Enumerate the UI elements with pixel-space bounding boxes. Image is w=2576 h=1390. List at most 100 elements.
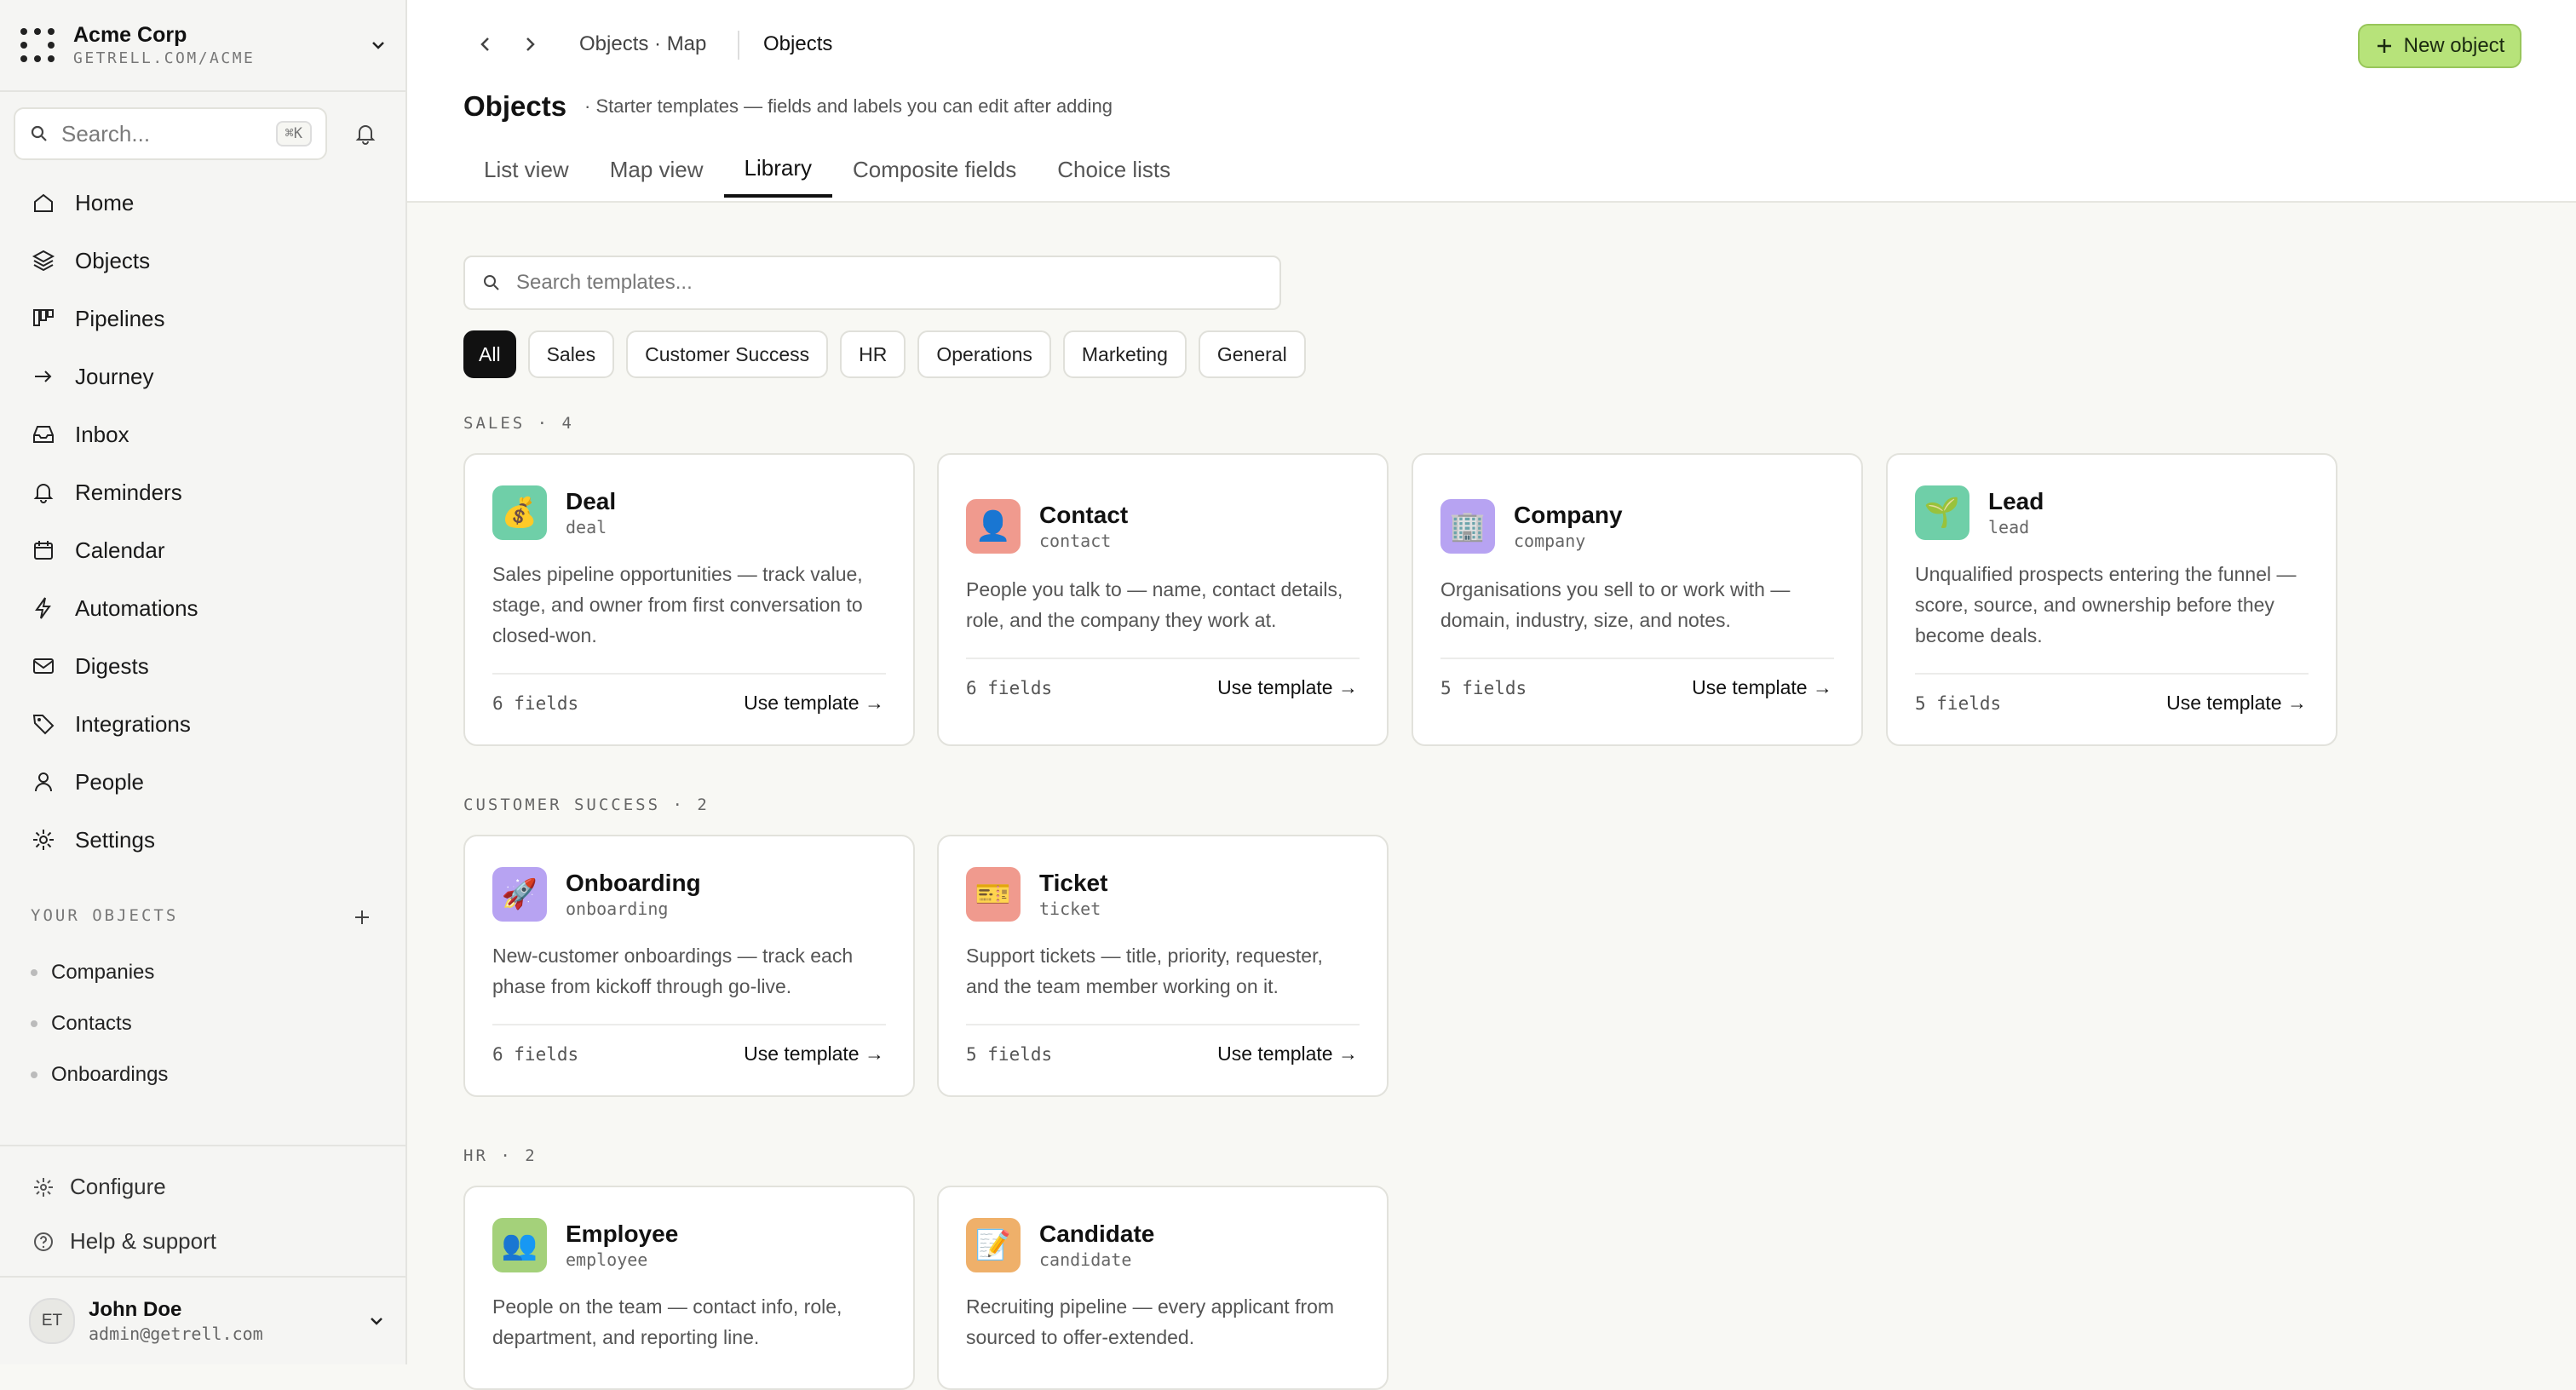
use-template-button[interactable]: Use template → [1692, 676, 1832, 699]
nav-item-journey[interactable]: Journey [17, 348, 388, 405]
card-slug: ticket [1039, 899, 1101, 919]
breadcrumb-parent[interactable]: Objects · Map [579, 32, 706, 56]
view-tabs: List view Map view Library Composite fie… [463, 140, 1191, 201]
nav-item-pipelines[interactable]: Pipelines [17, 290, 388, 348]
card-slug: candidate [1039, 1249, 1132, 1270]
card-description: Unqualified prospects entering the funne… [1915, 563, 2297, 646]
plus-icon [2377, 39, 2391, 53]
use-template-button[interactable]: Use template → [744, 1042, 884, 1065]
help-circle-icon [34, 1232, 53, 1251]
template-card-candidate: 📝 Candidate candidate Recruiting pipeline… [937, 1186, 1389, 1390]
filter-sales[interactable]: Sales [527, 330, 615, 378]
nav-item-automations[interactable]: Automations [17, 579, 388, 637]
nav-item-inbox[interactable]: Inbox [17, 405, 388, 463]
use-template-button[interactable]: Use template → [1217, 676, 1358, 699]
nav-item-reminders[interactable]: Reminders [17, 463, 388, 521]
your-objects-heading: YOUR OBJECTS [31, 906, 179, 925]
nav-item-integrations[interactable]: Integrations [17, 695, 388, 753]
card-field-count: 5 fields [1440, 678, 1527, 698]
configure-link[interactable]: Configure [32, 1174, 166, 1200]
card-divider [966, 658, 1360, 659]
bullet-icon [31, 969, 37, 976]
template-card-lead: 🌱 Lead lead Unqualified prospects enterin… [1886, 453, 2337, 746]
add-object-icon[interactable] [351, 906, 373, 928]
tab-list-view[interactable]: List view [463, 140, 589, 199]
page-title: Objects [463, 90, 567, 122]
help-link[interactable]: Help & support [32, 1228, 216, 1255]
divider [0, 1276, 405, 1278]
filter-general[interactable]: General [1198, 330, 1306, 378]
group-heading-sales: SALES · 4 [463, 414, 574, 433]
card-title: Candidate [1039, 1221, 1155, 1247]
bullet-icon [31, 1071, 37, 1078]
use-template-button[interactable]: Use template → [1217, 1042, 1358, 1065]
search-shortcut: ⌘K [275, 121, 312, 146]
nav-item-people[interactable]: People [17, 753, 388, 811]
inbox-icon [33, 426, 54, 443]
new-object-label: New object [2403, 34, 2505, 57]
group-heading-customer-success: CUSTOMER SUCCESS · 2 [463, 796, 710, 814]
template-search-placeholder: Search templates... [516, 271, 693, 294]
filter-customer-success[interactable]: Customer Success [626, 330, 829, 378]
user-menu[interactable]: ET John Doe admin@getrell.com [29, 1291, 387, 1351]
nav-label: Journey [75, 363, 154, 389]
card-field-count: 6 fields [492, 1044, 579, 1065]
bell-icon [33, 484, 54, 503]
card-description: Sales pipeline opportunities — track val… [492, 563, 863, 646]
configure-label: Configure [70, 1174, 166, 1199]
use-template-button[interactable]: Use template → [2166, 692, 2307, 715]
org-logo-icon [20, 28, 55, 62]
card-title: Company [1514, 502, 1623, 528]
card-divider [1440, 658, 1834, 659]
nav-item-objects[interactable]: Objects [17, 232, 388, 290]
tab-library[interactable]: Library [723, 140, 833, 198]
your-object-item[interactable]: Companies [31, 947, 168, 998]
sidebar-search[interactable]: Search... ⌘K [14, 107, 327, 160]
org-name: Acme Corp [73, 23, 187, 47]
back-arrow-icon[interactable] [474, 32, 497, 56]
gear-icon [33, 830, 54, 850]
card-divider [492, 1024, 886, 1025]
forward-arrow-icon[interactable] [518, 32, 542, 56]
money-bag-icon: 💰 [492, 485, 547, 540]
nav-item-home[interactable]: Home [17, 174, 388, 232]
org-switcher[interactable]: Acme Corp GETRELL.COM/ACME [19, 17, 388, 73]
building-icon: 🏢 [1440, 499, 1495, 554]
new-object-button[interactable]: New object [2358, 24, 2521, 68]
filter-hr[interactable]: HR [840, 330, 906, 378]
card-slug: company [1514, 531, 1586, 551]
sidebar: Acme Corp GETRELL.COM/ACME Search... ⌘K … [0, 0, 407, 1364]
help-label: Help & support [70, 1228, 216, 1254]
sparkle-icon [34, 1177, 53, 1197]
filter-operations[interactable]: Operations [917, 330, 1051, 378]
ticket-icon: 🎫 [966, 867, 1021, 922]
card-slug: lead [1988, 517, 2030, 537]
tab-choice-lists[interactable]: Choice lists [1037, 140, 1191, 199]
your-object-label: Onboardings [51, 1063, 169, 1086]
your-object-item[interactable]: Onboardings [31, 1049, 168, 1100]
tab-composite-fields[interactable]: Composite fields [832, 140, 1037, 199]
people-icon: 👥 [492, 1218, 547, 1272]
card-field-count: 5 fields [1915, 693, 2002, 714]
nav-label: Automations [75, 594, 198, 621]
card-divider [492, 673, 886, 675]
org-url: GETRELL.COM/ACME [73, 49, 256, 67]
divider [0, 90, 405, 92]
card-title: Contact [1039, 502, 1129, 528]
tab-map-view[interactable]: Map view [589, 140, 724, 199]
template-card-ticket: 🎫 Ticket ticket Support tickets — title, … [937, 835, 1389, 1097]
card-description: Organisations you sell to or work with —… [1440, 578, 1791, 631]
mail-icon [33, 658, 54, 674]
use-template-button[interactable]: Use template → [744, 692, 884, 715]
nav-item-digests[interactable]: Digests [17, 637, 388, 695]
your-object-item[interactable]: Contacts [31, 998, 168, 1049]
divider [0, 1145, 405, 1146]
nav-label: Inbox [75, 421, 129, 447]
filter-all[interactable]: All [463, 330, 516, 378]
filter-marketing[interactable]: Marketing [1062, 330, 1187, 378]
nav-item-settings[interactable]: Settings [17, 811, 388, 869]
notifications-bell-icon[interactable] [353, 121, 378, 146]
nav-item-calendar[interactable]: Calendar [17, 521, 388, 579]
template-search-input[interactable]: Search templates... [463, 256, 1281, 310]
card-emoji: 👤 [975, 510, 1012, 543]
